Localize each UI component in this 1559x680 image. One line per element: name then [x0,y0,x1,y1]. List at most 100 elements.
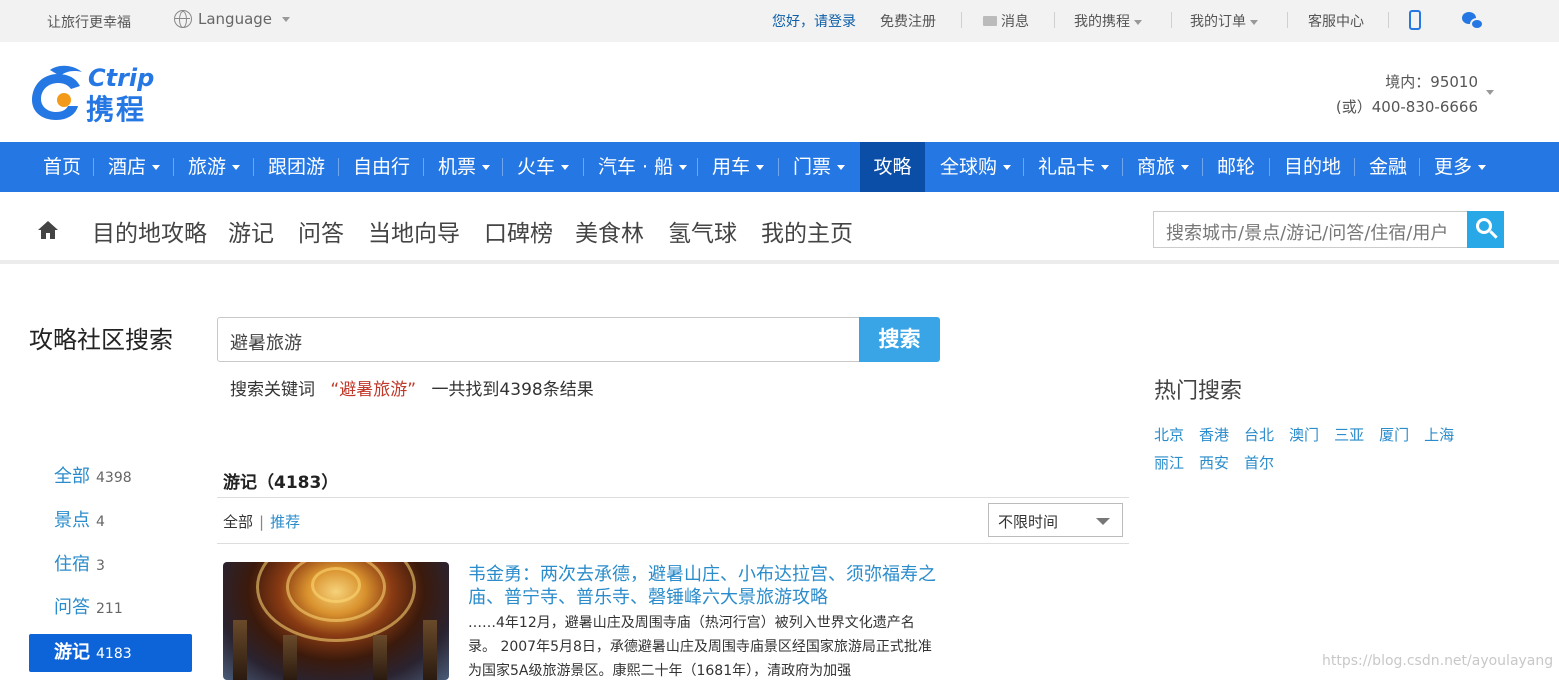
site-search-button[interactable] [1467,211,1504,248]
slogan: 让旅行更幸福 [47,15,131,31]
nav-item[interactable]: 门票 [793,142,846,192]
result-snippet: ……4年12月，避暑山庄及周围寺庙（热河行宫）被列入世界文化遗产名录。 2007… [468,615,932,679]
messages-link[interactable]: 消息 [983,11,1029,31]
register-link[interactable]: 免费注册 [880,11,936,31]
nav-item[interactable]: 金融 [1369,142,1407,192]
hot-search-tag[interactable]: 澳门 [1289,426,1319,444]
nav-divider [1354,158,1355,176]
hot-search-tag[interactable]: 上海 [1424,426,1454,444]
tab-all[interactable]: 全部 [223,513,253,531]
ctrip-logo[interactable]: Ctrip 携程 [28,64,178,126]
divider [1171,12,1172,28]
nav-item[interactable]: 用车 [712,142,765,192]
sub-nav-link[interactable]: 目的地攻略 [92,214,207,248]
hot-search-tag[interactable]: 三亚 [1334,426,1364,444]
nav-item-label: 机票 [438,156,477,178]
result-thumbnail[interactable] [223,562,449,680]
nav-item[interactable]: 自由行 [353,142,410,192]
sub-nav-link[interactable]: 游记 [228,214,274,248]
chevron-down-icon [561,165,570,170]
sub-nav-link[interactable]: 问答 [298,214,344,248]
chevron-down-icon [1134,19,1142,25]
hotline-dropdown-icon[interactable] [1486,90,1494,95]
my-orders-menu[interactable]: 我的订单 [1190,11,1258,31]
time-filter-select[interactable]: 不限时间 [988,503,1123,537]
nav-item-label: 汽车 · 船 [598,156,674,178]
nav-item[interactable]: 火车 [517,142,570,192]
nav-item-label: 攻略 [873,156,912,178]
login-link[interactable]: 您好，请登录 [772,11,856,31]
nav-item[interactable]: 首页 [43,142,81,192]
sub-nav-link[interactable]: 美食林 [575,214,644,248]
divider [217,497,1129,498]
nav-item[interactable]: 商旅 [1137,142,1190,192]
hot-search-tag[interactable]: 香港 [1199,426,1229,444]
nav-item[interactable]: 全球购 [940,142,1012,192]
language-label: Language [198,10,273,28]
search-button[interactable]: 搜索 [859,317,940,362]
community-search-input[interactable]: 避暑旅游 [217,317,860,362]
filter-item[interactable]: 景点 4 [29,506,192,544]
wechat-icon[interactable] [1462,12,1484,30]
hot-search-tag[interactable]: 西安 [1199,454,1229,472]
sub-nav-link[interactable]: 氢气球 [668,214,737,248]
filter-item[interactable]: 游记 4183 [29,634,192,672]
filter-item[interactable]: 住宿 3 [29,550,192,588]
language-selector[interactable]: Language [174,10,291,28]
nav-item-label: 跟团游 [268,156,326,178]
tab-recommended[interactable]: 推荐 [270,513,300,531]
nav-item[interactable]: 酒店 [108,142,161,192]
divider [217,543,1129,544]
nav-item-label: 首页 [43,156,82,178]
chevron-down-icon [1250,19,1258,25]
service-center-link[interactable]: 客服中心 [1308,11,1364,31]
nav-item-label: 酒店 [108,156,147,178]
site-search-input[interactable]: 搜索城市/景点/游记/问答/住宿/用户 [1153,211,1468,248]
result-title-link[interactable]: 韦金勇：两次去承德，避暑山庄、小布达拉宫、须弥福寿之庙、普宁寺、普乐寺、磬锤峰六… [468,563,938,609]
nav-item[interactable]: 更多 [1434,142,1487,192]
nav-divider [338,158,339,176]
tab-separator: | [259,513,265,531]
chevron-down-icon [1096,518,1110,525]
sub-nav-link[interactable]: 当地向导 [368,214,460,248]
hot-search-tag[interactable]: 厦门 [1379,426,1409,444]
hot-search-tag[interactable]: 首尔 [1244,454,1274,472]
my-ctrip-menu[interactable]: 我的携程 [1074,11,1142,31]
chevron-down-icon [679,165,688,170]
nav-item[interactable]: 攻略 [860,142,925,192]
nav-item[interactable]: 汽车 · 船 [598,142,688,192]
nav-divider [253,158,254,176]
hot-search-tags: 北京 香港 台北 澳门 三亚 厦门 上海丽江 西安 首尔 [1154,421,1484,477]
sub-nav-link[interactable]: 口碑榜 [484,214,553,248]
nav-divider [1202,158,1203,176]
result-prefix: 搜索关键词 [230,380,315,400]
nav-item[interactable]: 礼品卡 [1038,142,1110,192]
nav-item[interactable]: 旅游 [188,142,241,192]
mobile-app-icon[interactable] [1409,10,1421,30]
divider [1388,12,1389,28]
nav-item-label: 礼品卡 [1038,156,1096,178]
hot-search-tag[interactable]: 丽江 [1154,454,1184,472]
sub-nav-link[interactable]: 我的主页 [761,214,853,248]
nav-item[interactable]: 机票 [438,142,491,192]
nav-divider [1269,158,1270,176]
filter-count: 3 [96,558,105,574]
hot-search-tag[interactable]: 台北 [1244,426,1274,444]
nav-item[interactable]: 目的地 [1284,142,1341,192]
chevron-down-icon [1101,165,1110,170]
nav-item[interactable]: 跟团游 [268,142,325,192]
site-header: Ctrip 携程 境内：95010 (或）400-830-6666 [0,42,1559,142]
chevron-down-icon [282,16,291,22]
home-icon[interactable] [38,221,58,239]
filter-item[interactable]: 全部 4398 [29,462,192,500]
nav-item-label: 目的地 [1284,156,1342,178]
nav-divider [583,158,584,176]
filter-item[interactable]: 问答 211 [29,593,192,631]
nav-divider [1122,158,1123,176]
chevron-down-icon [756,165,765,170]
filter-label: 全部 [54,466,90,487]
nav-item[interactable]: 邮轮 [1217,142,1255,192]
nav-item-label: 邮轮 [1217,156,1256,178]
hot-search-tag[interactable]: 北京 [1154,426,1184,444]
logo-text-cn: 携程 [86,93,147,126]
